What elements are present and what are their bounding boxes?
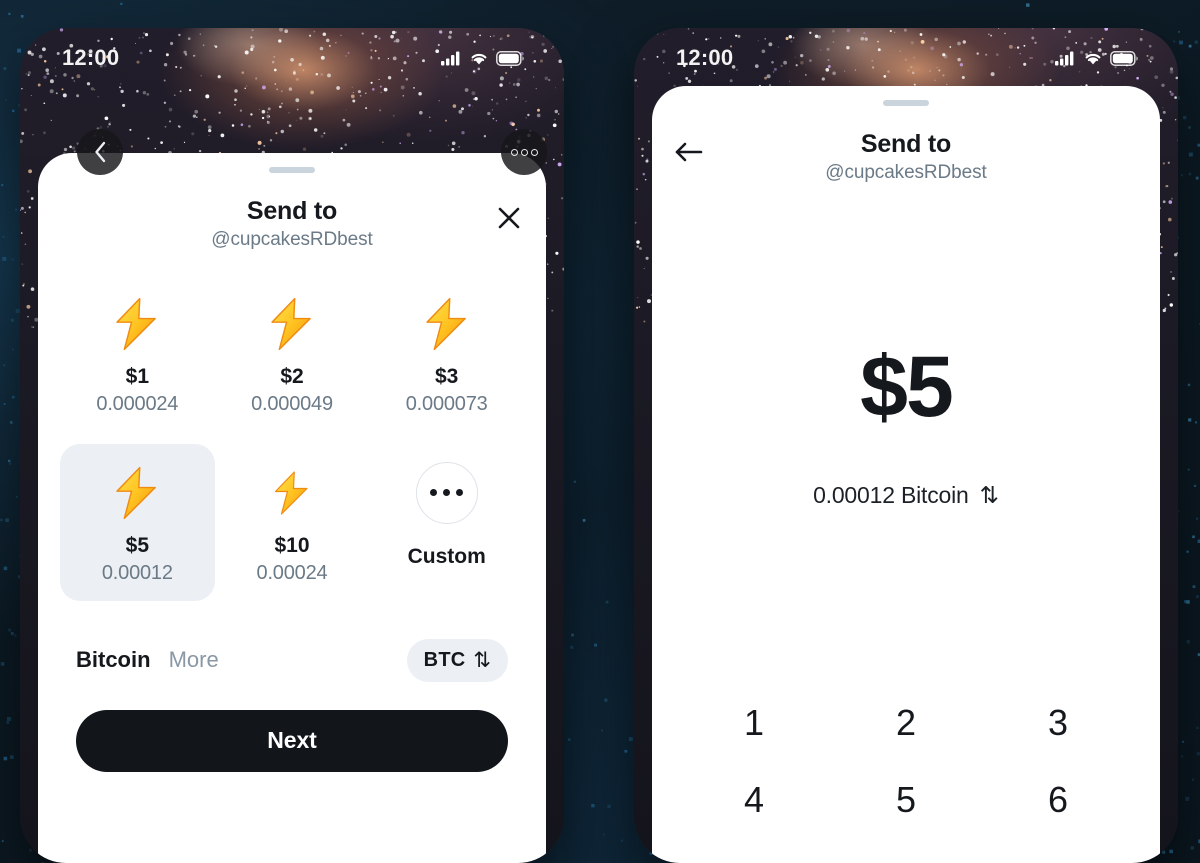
amount-btc-label: 0.000073 (405, 392, 488, 415)
swap-arrows-icon: ⇅ (473, 648, 491, 672)
sheet-header-left: Send to @cupcakesRDbest (38, 197, 546, 251)
keypad-key-4[interactable]: 4 (678, 781, 830, 819)
swap-arrows-icon: ⇅ (979, 481, 999, 508)
send-sheet-right: Send to @cupcakesRDbest $5 0.00012 Bitco… (652, 86, 1160, 863)
keypad-key-7[interactable]: 7 (678, 859, 830, 863)
currency-unit-toggle[interactable]: BTC ⇅ (406, 638, 508, 682)
currency-unit-label: BTC (423, 648, 466, 671)
status-icons (1055, 50, 1138, 66)
currency-more-link[interactable]: More (169, 647, 219, 673)
amount-option-5-selected[interactable]: $5 0.00012 (60, 443, 215, 601)
keypad-key-5[interactable]: 5 (830, 781, 982, 819)
back-button[interactable] (670, 135, 706, 169)
lightning-bolt-icon (64, 293, 211, 355)
amount-display[interactable]: $5 (652, 344, 1160, 430)
close-button[interactable] (492, 201, 526, 235)
status-time: 12:00 (62, 45, 120, 70)
converted-amount-label: 0.00012 Bitcoin (813, 481, 969, 508)
close-x-icon (498, 207, 520, 229)
amount-option-3[interactable]: $3 0.000073 (369, 275, 524, 432)
keypad-key-8[interactable]: 8 (830, 859, 982, 863)
next-button[interactable]: Next (76, 709, 508, 772)
amount-option-10[interactable]: $10 0.00024 (215, 444, 370, 601)
cellular-signal-icon (441, 51, 460, 65)
wifi-icon (1085, 53, 1101, 64)
status-bar-left: 12:00 (20, 28, 564, 88)
lightning-bolt-icon (373, 293, 520, 355)
custom-label: Custom (407, 544, 486, 568)
keypad-key-6[interactable]: 6 (982, 781, 1134, 819)
recipient-handle: @cupcakesRDbest (825, 161, 987, 183)
lightning-bolt-icon (64, 462, 211, 524)
page-title: Send to (860, 130, 952, 158)
sheet-drag-handle[interactable] (883, 100, 929, 106)
keypad-key-9[interactable]: 9 (982, 859, 1134, 863)
recipient-handle: @cupcakesRDbest (211, 228, 373, 250)
lightning-bolt-icon (219, 293, 366, 355)
amount-btc-label: 0.000024 (96, 392, 179, 415)
keypad-key-1[interactable]: 1 (678, 703, 830, 742)
amount-fiat-label: $5 (125, 533, 149, 557)
status-time: 12:00 (676, 45, 734, 70)
sheet-header-right: Send to @cupcakesRDbest (652, 130, 1160, 184)
sheet-drag-handle[interactable] (269, 167, 315, 173)
keypad-key-2[interactable]: 2 (830, 703, 982, 742)
phone-left: 12:00 Send to @cupcakesRDbest $1 0.00002… (20, 28, 564, 863)
amount-btc-label: 0.00024 (256, 561, 328, 584)
converted-amount-row[interactable]: 0.00012 Bitcoin ⇅ (652, 482, 1160, 509)
amount-fiat-label: $1 (125, 364, 149, 388)
lightning-bolt-icon (219, 462, 366, 524)
wifi-icon (471, 53, 487, 64)
more-options-button[interactable] (501, 129, 547, 175)
numeric-keypad: 1 2 3 4 5 6 7 8 9 (678, 703, 1134, 863)
amount-option-custom[interactable]: Custom (369, 444, 524, 601)
battery-icon (1110, 50, 1138, 66)
currency-name: Bitcoin (76, 647, 151, 673)
keypad-key-3[interactable]: 3 (982, 703, 1134, 742)
status-bar-right: 12:00 (634, 28, 1178, 88)
battery-icon (496, 50, 524, 66)
status-icons (441, 50, 524, 66)
cellular-signal-icon (1055, 51, 1074, 65)
phone-right: 12:00 Send to @cupcakesRDbest $5 0.00012… (634, 28, 1178, 863)
ellipsis-icon (415, 461, 478, 524)
chevron-left-icon (95, 141, 106, 163)
amount-fiat-label: $3 (434, 364, 459, 388)
more-horizontal-icon (510, 148, 538, 156)
amount-btc-label: 0.000049 (251, 392, 333, 415)
currency-selector-row: Bitcoin More BTC ⇅ (76, 638, 508, 682)
amount-options-grid: $1 0.000024 $2 0.000049 $3 0.000073 $5 0… (60, 275, 524, 601)
amount-option-2[interactable]: $2 0.000049 (215, 275, 370, 432)
amount-fiat-label: $2 (280, 364, 304, 388)
back-button[interactable] (77, 129, 123, 175)
amount-option-1[interactable]: $1 0.000024 (60, 275, 215, 432)
page-title: Send to (246, 197, 338, 225)
arrow-left-icon (675, 142, 703, 162)
amount-fiat-label: $10 (274, 533, 310, 557)
send-sheet-left: Send to @cupcakesRDbest $1 0.000024 $2 0… (38, 153, 546, 863)
amount-btc-label: 0.00012 (101, 561, 173, 584)
